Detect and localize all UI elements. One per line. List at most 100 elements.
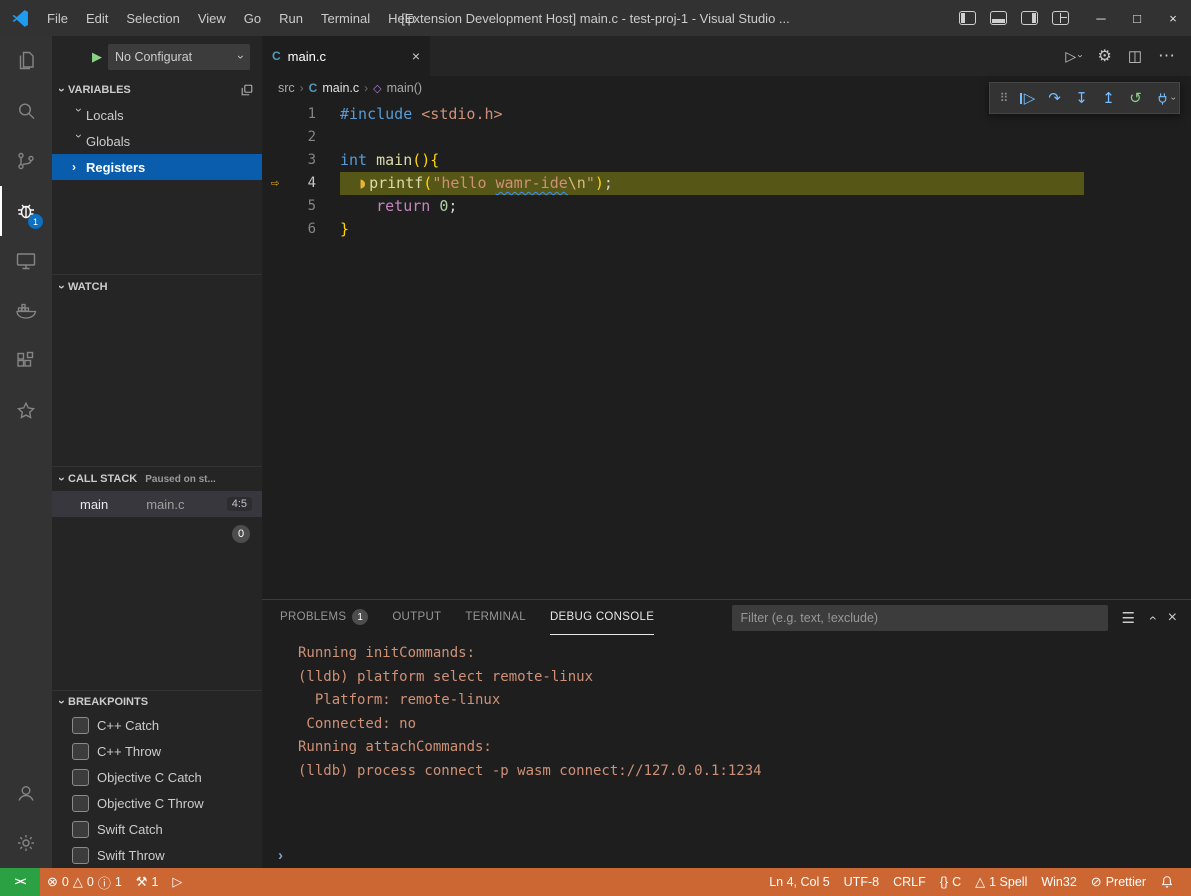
- restart-button[interactable]: ↺: [1122, 85, 1149, 111]
- current-frame-arrow-icon[interactable]: [262, 103, 288, 126]
- close-button[interactable]: ×: [1155, 0, 1191, 36]
- spell-status[interactable]: △ 1 Spell: [968, 868, 1034, 896]
- sidebar-item-run-debug[interactable]: 1: [0, 186, 52, 236]
- breakpoint-row-5[interactable]: Swift Throw: [52, 842, 262, 868]
- debug-launch-status[interactable]: ▷: [165, 868, 189, 896]
- breakpoint-row-4[interactable]: Swift Catch: [52, 816, 262, 842]
- encoding-status[interactable]: UTF-8: [837, 868, 886, 896]
- filter-list-icon[interactable]: ☰: [1122, 609, 1135, 627]
- breakpoints-header[interactable]: › BREAKPOINTS: [52, 690, 262, 712]
- menu-selection[interactable]: Selection: [117, 0, 188, 36]
- step-out-button[interactable]: ↥: [1095, 85, 1122, 111]
- current-frame-arrow-icon[interactable]: ⇨: [262, 172, 288, 195]
- panel-tab-debug-console[interactable]: DEBUG CONSOLE: [550, 600, 654, 635]
- chevron-down-icon[interactable]: ›: [1169, 97, 1178, 100]
- eol-status[interactable]: CRLF: [886, 868, 933, 896]
- step-over-button[interactable]: ↷: [1041, 85, 1068, 111]
- start-debug-icon[interactable]: ▶: [92, 49, 102, 65]
- warning-icon: △: [975, 874, 985, 890]
- variables-row-globals[interactable]: ›Globals: [52, 128, 262, 154]
- checkbox-icon[interactable]: [72, 717, 89, 734]
- menu-terminal[interactable]: Terminal: [312, 0, 379, 36]
- code-line-4[interactable]: ⇨4 ◗printf("hello wamr-ide\n");: [262, 172, 1191, 195]
- checkbox-icon[interactable]: [72, 821, 89, 838]
- split-editor-icon[interactable]: ◫: [1128, 47, 1142, 65]
- breadcrumb-file[interactable]: main.c: [322, 81, 359, 95]
- sidebar-item-settings[interactable]: [0, 818, 52, 868]
- sidebar-item-explorer[interactable]: [0, 36, 52, 86]
- toggle-sidebar-icon[interactable]: [959, 11, 976, 25]
- checkbox-icon[interactable]: [72, 769, 89, 786]
- sidebar-item-docker[interactable]: [0, 286, 52, 336]
- section-title: WATCH: [68, 281, 108, 293]
- console-filter-input[interactable]: [732, 605, 1108, 631]
- breadcrumb-folder[interactable]: src: [278, 81, 295, 95]
- close-icon[interactable]: ×: [412, 48, 420, 64]
- minimize-button[interactable]: ─: [1083, 0, 1119, 36]
- chevron-up-icon[interactable]: ›: [1144, 615, 1158, 620]
- toggle-panel-icon[interactable]: [990, 11, 1007, 25]
- current-frame-arrow-icon[interactable]: [262, 195, 288, 218]
- panel-tab-output[interactable]: OUTPUT: [392, 600, 441, 635]
- sidebar-item-extensions[interactable]: [0, 336, 52, 386]
- more-actions-icon[interactable]: ⋯: [1158, 46, 1175, 66]
- gear-icon[interactable]: ⚙: [1097, 46, 1111, 66]
- breakpoint-row-0[interactable]: C++ Catch: [52, 712, 262, 738]
- formatter-status[interactable]: ⊘ Prettier: [1084, 868, 1153, 896]
- panel-tab-terminal[interactable]: TERMINAL: [465, 600, 526, 635]
- code-line-5[interactable]: 5 return 0;: [262, 195, 1191, 218]
- breakpoint-row-2[interactable]: Objective C Catch: [52, 764, 262, 790]
- remote-indicator[interactable]: ><: [0, 868, 40, 896]
- breadcrumb-symbol[interactable]: main(): [387, 81, 422, 95]
- variables-row-locals[interactable]: ›Locals: [52, 102, 262, 128]
- checkbox-icon[interactable]: [72, 795, 89, 812]
- cursor-position-status[interactable]: Ln 4, Col 5: [762, 868, 836, 896]
- current-frame-arrow-icon[interactable]: [262, 126, 288, 149]
- language-status[interactable]: {} C: [933, 868, 968, 896]
- menu-edit[interactable]: Edit: [77, 0, 117, 36]
- console-input[interactable]: ›: [262, 842, 1191, 868]
- code-line-3[interactable]: 3int main(){: [262, 149, 1191, 172]
- sidebar-item-source-control[interactable]: [0, 136, 52, 186]
- panes-icon[interactable]: [240, 83, 254, 97]
- continue-button[interactable]: ▷: [1014, 85, 1041, 111]
- menu-go[interactable]: Go: [235, 0, 270, 36]
- checkbox-icon[interactable]: [72, 743, 89, 760]
- breakpoint-row-1[interactable]: C++ Throw: [52, 738, 262, 764]
- toolbar-grip-icon[interactable]: ⠿: [994, 85, 1014, 111]
- sidebar-item-remote-explorer[interactable]: [0, 236, 52, 286]
- menu-run[interactable]: Run: [270, 0, 312, 36]
- breakpoint-row-3[interactable]: Objective C Throw: [52, 790, 262, 816]
- checkbox-icon[interactable]: [72, 847, 89, 864]
- toggle-secondary-sidebar-icon[interactable]: [1021, 11, 1038, 25]
- sidebar-item-search[interactable]: [0, 86, 52, 136]
- menu-file[interactable]: File: [38, 0, 77, 36]
- panel-tab-problems[interactable]: PROBLEMS1: [280, 600, 368, 635]
- maximize-button[interactable]: □: [1119, 0, 1155, 36]
- stack-frame-row[interactable]: main main.c 4:5: [52, 491, 262, 517]
- customize-layout-icon[interactable]: [1052, 11, 1069, 25]
- run-or-debug-button[interactable]: ▷ ›: [1065, 48, 1081, 65]
- sidebar-item-favorites[interactable]: [0, 386, 52, 436]
- call-stack-header[interactable]: › CALL STACK Paused on st...: [52, 466, 262, 491]
- current-frame-arrow-icon[interactable]: [262, 149, 288, 172]
- tools-status[interactable]: ⚒ 1: [129, 868, 166, 896]
- sidebar-item-accounts[interactable]: [0, 768, 52, 818]
- current-frame-arrow-icon[interactable]: [262, 218, 288, 241]
- notifications-status[interactable]: [1153, 868, 1181, 896]
- console-line-3: Connected: no: [298, 713, 1191, 737]
- debug-config-dropdown[interactable]: No Configurat ›: [108, 44, 250, 70]
- section-title: BREAKPOINTS: [68, 696, 148, 708]
- code-line-6[interactable]: 6}: [262, 218, 1191, 241]
- code-line-2[interactable]: 2: [262, 126, 1191, 149]
- close-icon[interactable]: ×: [1168, 609, 1177, 627]
- tab-main-c[interactable]: C main.c ×: [262, 36, 430, 76]
- platform-status[interactable]: Win32: [1034, 868, 1083, 896]
- variables-row-registers[interactable]: ›Registers: [52, 154, 262, 180]
- watch-header[interactable]: › WATCH: [52, 274, 262, 299]
- variables-header[interactable]: › VARIABLES: [52, 78, 262, 102]
- menu-view[interactable]: View: [189, 0, 235, 36]
- step-into-button[interactable]: ↧: [1068, 85, 1095, 111]
- problems-status[interactable]: ⊗ 0 △ 0 ⓘ 1: [40, 868, 129, 896]
- code-editor[interactable]: 1#include <stdio.h>23int main(){⇨4 ◗prin…: [262, 100, 1191, 599]
